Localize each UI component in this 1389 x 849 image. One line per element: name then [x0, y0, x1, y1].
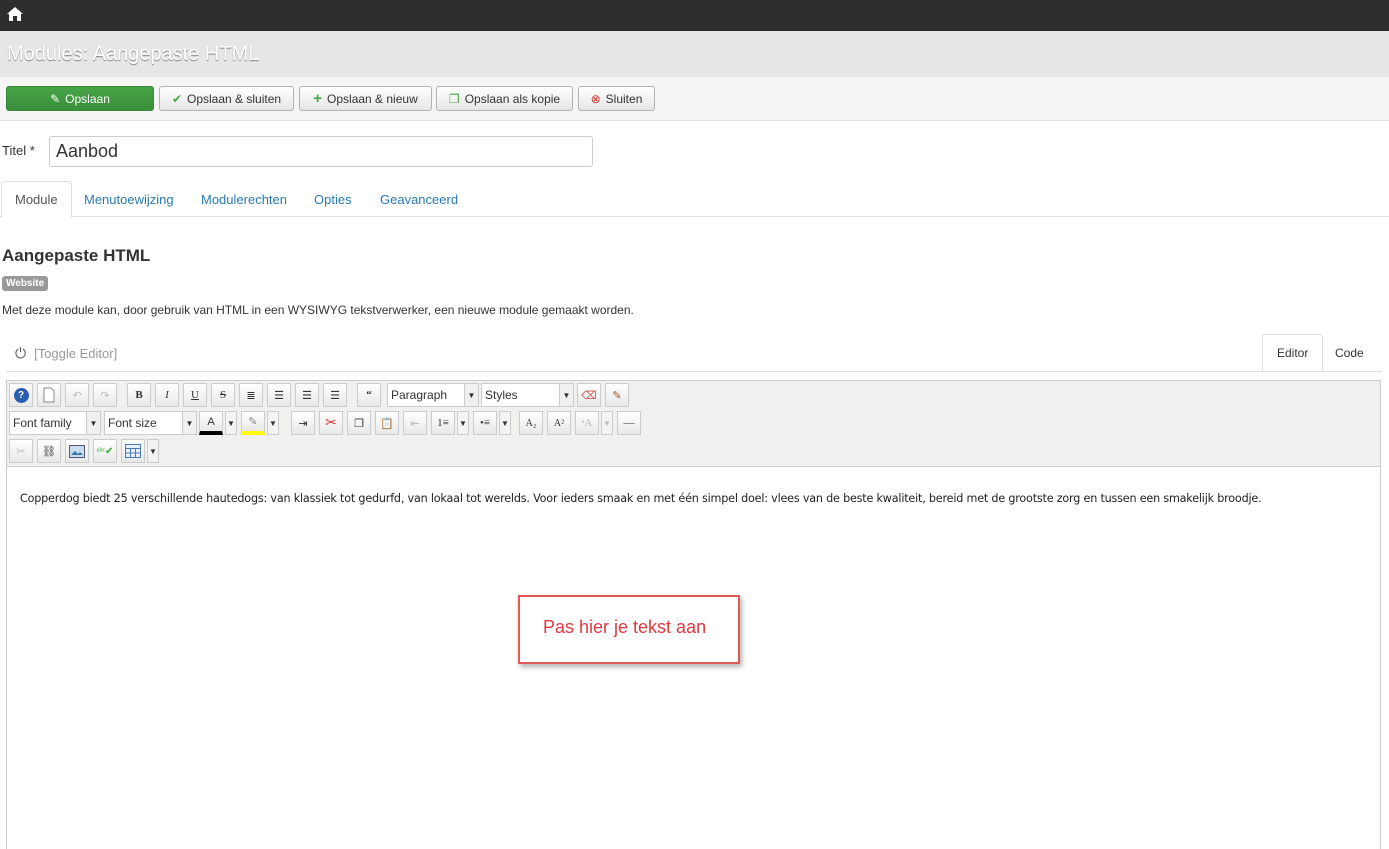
- tab-modulerechten[interactable]: Modulerechten: [188, 181, 300, 217]
- format-select[interactable]: Paragraph ▼: [387, 383, 479, 407]
- tab-code[interactable]: Code: [1321, 334, 1378, 372]
- chevron-down-icon: ▼: [464, 384, 478, 406]
- strikethrough-icon[interactable]: S: [211, 383, 235, 407]
- copy-icon[interactable]: ❐: [347, 411, 371, 435]
- save-close-button[interactable]: ✔ Opslaan & sluiten: [159, 86, 294, 111]
- unlink-icon[interactable]: ✂: [9, 439, 33, 463]
- align-justify-icon[interactable]: ≣: [239, 383, 263, 407]
- spellcheck-icon[interactable]: ᵃᵇᶜ✔: [93, 439, 117, 463]
- font-family-select[interactable]: Font family ▼: [9, 411, 101, 435]
- annotation-text: Pas hier je tekst aan: [543, 617, 707, 637]
- module-description: Met deze module kan, door gebruik van HT…: [2, 303, 634, 317]
- align-center-icon[interactable]: ☰: [267, 383, 291, 407]
- plus-icon: +: [313, 90, 323, 107]
- numbered-list-icon[interactable]: 1≡: [431, 411, 455, 435]
- character-map-icon[interactable]: ᵃA: [575, 411, 599, 435]
- close-icon: ⊗: [590, 91, 601, 106]
- subscript-icon[interactable]: A₂: [519, 411, 543, 435]
- toggle-editor[interactable]: ⏻ [Toggle Editor]: [15, 345, 117, 362]
- home-icon[interactable]: [6, 5, 24, 23]
- copy-icon: ❐: [448, 91, 460, 106]
- eraser-icon[interactable]: ⌫: [577, 383, 601, 407]
- bold-icon[interactable]: B: [127, 383, 151, 407]
- blockquote-icon[interactable]: “: [357, 383, 381, 407]
- font-size-select[interactable]: Font size ▼: [104, 411, 197, 435]
- font-size-value: Font size: [108, 416, 157, 430]
- close-label: Sluiten: [605, 91, 643, 106]
- tab-editor[interactable]: Editor: [1262, 334, 1324, 372]
- tab-opties[interactable]: Opties: [301, 181, 365, 217]
- module-heading: Aangepaste HTML: [2, 246, 151, 265]
- character-map-dropdown[interactable]: ▼: [601, 411, 613, 435]
- italic-icon[interactable]: I: [155, 383, 179, 407]
- align-right-icon[interactable]: ☰: [323, 383, 347, 407]
- chevron-down-icon: ▼: [182, 412, 196, 434]
- top-bar: [0, 0, 1389, 31]
- save-button[interactable]: ✎ Opslaan: [6, 86, 154, 111]
- bullet-list-icon[interactable]: •≡: [473, 411, 497, 435]
- text-color-icon[interactable]: A: [199, 411, 223, 435]
- chevron-down-icon: ▼: [86, 412, 100, 434]
- table-icon[interactable]: [121, 439, 145, 463]
- save-new-button[interactable]: + Opslaan & nieuw: [299, 86, 432, 111]
- close-button[interactable]: ⊗ Sluiten: [578, 86, 655, 111]
- styles-select[interactable]: Styles ▼: [481, 383, 574, 407]
- superscript-icon[interactable]: A²: [547, 411, 571, 435]
- highlight-icon[interactable]: ✎: [241, 411, 265, 435]
- editor-toolbar: ? ↶ ↷ B I U S ≣ ☰ ☰ ☰ “ Paragraph ▼ Styl…: [7, 381, 1380, 467]
- tab-module[interactable]: Module: [1, 181, 72, 218]
- power-icon: ⏻: [15, 345, 27, 361]
- tab-geavanceerd[interactable]: Geavanceerd: [367, 181, 471, 217]
- bullet-list-dropdown[interactable]: ▼: [499, 411, 511, 435]
- action-toolbar: ✎ Opslaan ✔ Opslaan & sluiten + Opslaan …: [0, 77, 1389, 121]
- new-document-icon[interactable]: [37, 383, 61, 407]
- page-title: Modules: Aangepaste HTML: [7, 43, 260, 65]
- image-icon[interactable]: [65, 439, 89, 463]
- title-input[interactable]: [49, 136, 593, 167]
- cut-icon[interactable]: ✂: [319, 411, 343, 435]
- format-select-value: Paragraph: [391, 388, 448, 402]
- save-close-label: Opslaan & sluiten: [187, 91, 282, 106]
- outdent-icon[interactable]: ⇤: [403, 411, 427, 435]
- title-band: Modules: Aangepaste HTML: [0, 31, 1389, 77]
- module-tabs: Module Menutoewijzing Modulerechten Opti…: [0, 181, 1389, 218]
- annotation-callout: Pas hier je tekst aan: [518, 595, 740, 664]
- save-new-label: Opslaan & nieuw: [327, 91, 418, 106]
- site-badge: Website: [2, 276, 49, 291]
- indent-icon[interactable]: ⇥: [291, 411, 315, 435]
- toggle-editor-label: [Toggle Editor]: [34, 346, 118, 361]
- tab-menutoewijzing[interactable]: Menutoewijzing: [71, 181, 187, 217]
- align-left-icon[interactable]: ☰: [295, 383, 319, 407]
- chevron-down-icon: ▼: [559, 384, 573, 406]
- editor-content[interactable]: Copperdog biedt 25 verschillende hautedo…: [20, 492, 1262, 505]
- edit-icon: ✎: [50, 91, 61, 106]
- clean-up-icon[interactable]: ✎: [605, 383, 629, 407]
- horizontal-rule-icon[interactable]: —: [617, 411, 641, 435]
- link-icon[interactable]: ⛓: [37, 439, 61, 463]
- highlight-dropdown[interactable]: ▼: [267, 411, 279, 435]
- text-color-dropdown[interactable]: ▼: [225, 411, 237, 435]
- redo-icon[interactable]: ↷: [93, 383, 117, 407]
- paste-icon[interactable]: 📋: [375, 411, 399, 435]
- check-icon: ✔: [171, 91, 182, 106]
- save-label: Opslaan: [65, 91, 110, 106]
- title-label: Titel *: [2, 143, 35, 158]
- font-family-value: Font family: [13, 416, 72, 430]
- numbered-list-dropdown[interactable]: ▼: [457, 411, 469, 435]
- save-copy-button[interactable]: ❐ Opslaan als kopie: [436, 86, 573, 111]
- undo-icon[interactable]: ↶: [65, 383, 89, 407]
- help-icon[interactable]: ?: [9, 383, 33, 407]
- divider: [6, 371, 1382, 372]
- underline-icon[interactable]: U: [183, 383, 207, 407]
- save-copy-label: Opslaan als kopie: [464, 91, 561, 106]
- table-dropdown[interactable]: ▼: [147, 439, 159, 463]
- styles-select-value: Styles: [485, 388, 518, 402]
